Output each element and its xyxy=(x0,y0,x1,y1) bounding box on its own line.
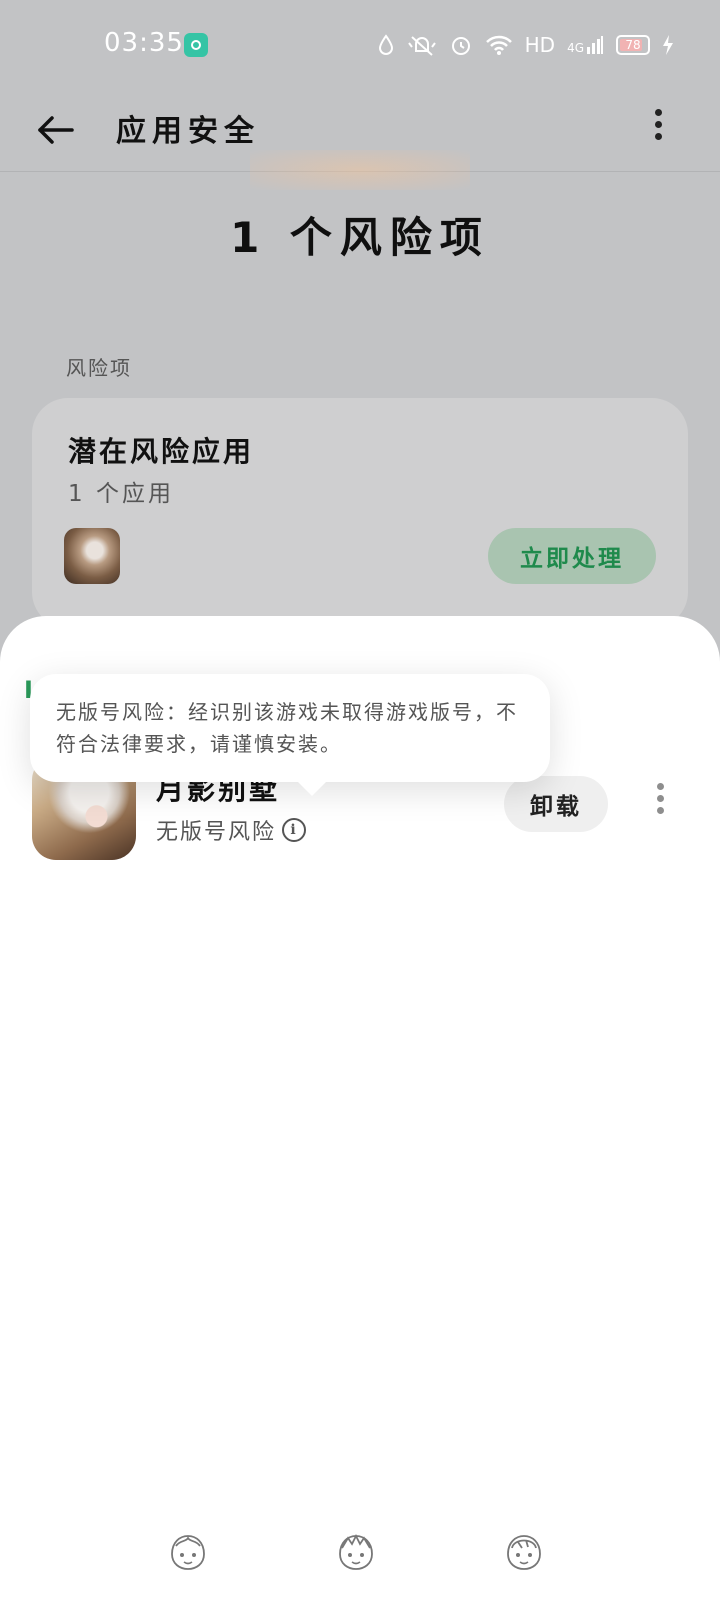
risky-app-thumbnail xyxy=(64,528,120,584)
status-4g: 4G xyxy=(567,41,584,55)
water-drop-icon xyxy=(378,34,393,55)
cell-signal-icon: 4G xyxy=(567,35,604,55)
info-icon[interactable]: i xyxy=(282,818,307,842)
back-button[interactable] xyxy=(32,106,80,154)
more-vertical-icon[interactable] xyxy=(648,104,668,156)
app-risk-row[interactable]: 无版号风险 i xyxy=(156,814,307,846)
back-arrow-icon xyxy=(38,116,74,144)
page-title: 应用安全 xyxy=(116,114,260,149)
mascot-icon xyxy=(171,1535,205,1570)
risk-tooltip: 无版号风险：经识别该游戏未取得游戏版号，不符合法律要求，请谨慎安装。 xyxy=(30,674,550,796)
mascot-icon xyxy=(339,1533,373,1570)
notification-app-icon xyxy=(184,33,208,57)
more-vertical-icon[interactable] xyxy=(652,778,668,830)
wifi-icon xyxy=(485,35,512,55)
status-bar: 03:35 HD 4G 78 xyxy=(0,0,720,90)
battery-level: 78 xyxy=(625,38,641,52)
process-now-button[interactable]: 立即处理 xyxy=(488,528,656,584)
risk-card-subtitle: 1 个应用 xyxy=(68,481,174,507)
status-hd: HD xyxy=(524,33,556,57)
hero-glow xyxy=(250,150,470,190)
risk-card[interactable]: 潜在风险应用 1 个应用 立即处理 xyxy=(32,398,688,628)
status-time: 03:35 xyxy=(104,28,184,58)
section-label: 风险项 xyxy=(66,356,132,380)
alarm-icon xyxy=(451,37,470,55)
charging-bolt-icon xyxy=(663,35,673,55)
tooltip-text: 无版号风险：经识别该游戏未取得游戏版号，不符合法律要求，请谨慎安装。 xyxy=(56,700,518,756)
mute-bell-icon xyxy=(407,36,436,56)
app-risk-label: 无版号风险 xyxy=(156,820,277,845)
risk-card-title: 潜在风险应用 xyxy=(68,435,255,468)
status-icons: HD 4G 78 xyxy=(377,30,674,60)
mascot-icon xyxy=(507,1535,541,1570)
battery-icon: 78 xyxy=(616,35,650,55)
risk-count-title: 1 个风险项 xyxy=(230,213,490,262)
uninstall-button[interactable]: 卸载 xyxy=(504,776,608,832)
